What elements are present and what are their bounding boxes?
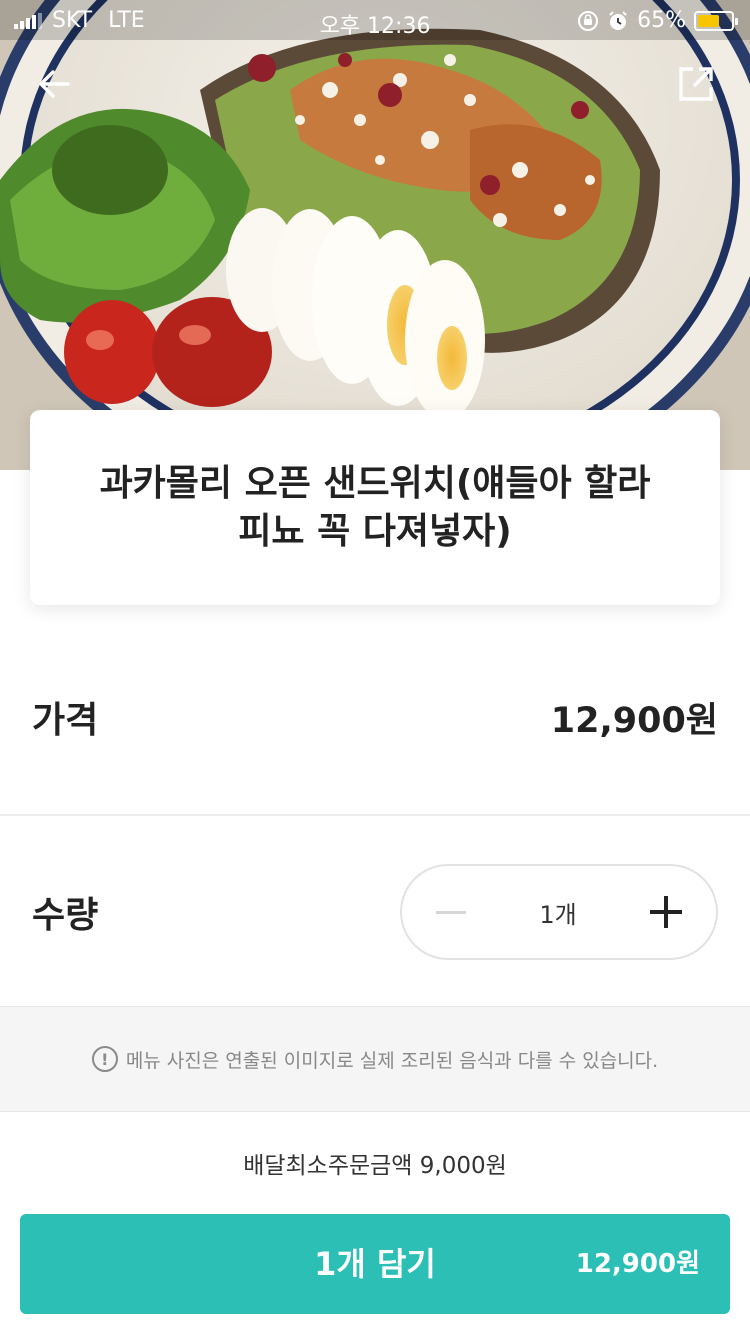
add-to-cart-button[interactable]: 1개 담기 12,900원: [20, 1214, 730, 1314]
menu-title-card: 과카몰리 오픈 샌드위치(얘들아 할라피뇨 꼭 다져넣자): [30, 410, 720, 605]
price-value: 12,900원: [550, 700, 718, 741]
share-icon: [679, 67, 713, 101]
status-bar: SKT LTE 오후 12:36 65%: [0, 0, 750, 40]
menu-title: 과카몰리 오픈 샌드위치(얘들아 할라피뇨 꼭 다져넣자): [99, 462, 651, 552]
back-button[interactable]: [32, 62, 76, 106]
minimum-order-amount: 배달최소주문금액 9,000원: [243, 1153, 507, 1179]
battery-icon: [694, 10, 738, 31]
menu-detail-screen: SKT LTE 오후 12:36 65% 과카몰리 오픈 샌드위치(얘들아 할라…: [0, 0, 750, 1334]
decrease-quantity-button[interactable]: [436, 897, 466, 927]
add-to-cart-price: 12,900원: [575, 1249, 700, 1279]
battery-level: [698, 14, 719, 27]
minus-icon: [436, 910, 466, 914]
arrow-left-icon: [39, 70, 70, 98]
quantity-label: 수량: [32, 895, 99, 936]
orientation-lock-icon: [578, 10, 599, 31]
photo-notice: ! 메뉴 사진은 연출된 이미지로 실제 조리된 음식과 다를 수 있습니다.: [0, 1006, 750, 1112]
battery-percent: 65%: [637, 8, 686, 33]
menu-photo: [0, 0, 750, 470]
alarm-icon: [609, 10, 627, 30]
photo-notice-text: 메뉴 사진은 연출된 이미지로 실제 조리된 음식과 다를 수 있습니다.: [125, 1049, 659, 1072]
price-row: 가격 12,900원: [0, 620, 750, 816]
share-button[interactable]: [674, 62, 718, 106]
quantity-value: 1개: [539, 900, 577, 929]
quantity-row: 수량 1개: [0, 818, 750, 1006]
price-label: 가격: [32, 700, 99, 741]
quantity-stepper: 1개: [400, 864, 718, 960]
exclamation-circle-icon: !: [91, 1046, 118, 1072]
status-right: 65%: [577, 8, 738, 33]
increase-quantity-button[interactable]: [649, 896, 682, 928]
